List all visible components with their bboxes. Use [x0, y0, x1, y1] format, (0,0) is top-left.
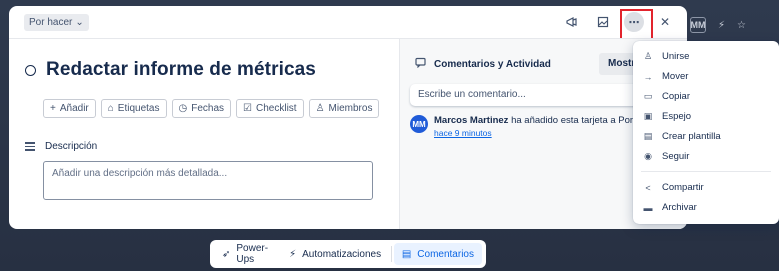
checklist-button[interactable]: ☑ Checklist — [236, 99, 304, 118]
card-title[interactable]: Redactar informe de métricas — [46, 59, 316, 81]
close-icon[interactable]: ✕ — [655, 12, 675, 32]
person-icon: ♙ — [315, 103, 325, 114]
menu-item-archive[interactable]: ▬ Archivar — [633, 198, 779, 217]
arrow-right-icon: → — [643, 71, 653, 82]
chevron-down-icon: ⌄ — [75, 16, 84, 28]
menu-item-watch[interactable]: ◉ Seguir — [633, 147, 779, 166]
template-icon: ▤ — [643, 131, 653, 141]
menu-item-mirror[interactable]: ▣ Espejo — [633, 107, 779, 126]
tag-icon: ⌂ — [107, 103, 114, 114]
header-actions: ⋯ ✕ — [562, 12, 675, 32]
share-icon: < — [645, 182, 651, 193]
mirror-icon: ▣ — [643, 111, 653, 121]
members-button[interactable]: ♙ Miembros — [308, 99, 380, 118]
plus-icon: + — [50, 103, 56, 114]
megaphone-icon[interactable] — [562, 12, 582, 32]
eye-icon: ◉ — [644, 151, 652, 161]
copy-icon: ▭ — [643, 91, 653, 101]
menu-item-join[interactable]: ♙ Unirse — [633, 47, 779, 66]
activity-heading: Comentarios y Actividad — [434, 58, 551, 70]
add-button[interactable]: + Añadir — [43, 99, 96, 118]
comment-icon — [415, 57, 426, 71]
member-badge[interactable]: MM — [690, 17, 706, 33]
description-icon — [25, 142, 35, 151]
description-header: Descripción — [25, 141, 97, 152]
automations-button[interactable]: ⚡ Automatizaciones — [281, 243, 389, 265]
avatar[interactable]: MM — [410, 115, 428, 133]
list-selector[interactable]: Por hacer ⌄ — [24, 13, 89, 31]
activity-text: Marcos Martinez ha añadido esta tarjeta … — [434, 115, 656, 140]
activity-time-link[interactable]: hace 9 minutos — [434, 128, 492, 138]
complete-checkbox[interactable] — [25, 64, 36, 76]
dates-button[interactable]: ◷ Fechas — [171, 99, 232, 118]
lightning-icon[interactable]: ⚡ — [718, 20, 725, 31]
card-main: Redactar informe de métricas + Añadir ⌂ Et… — [9, 38, 399, 229]
power-ups-button[interactable]: ➶ Power-Ups — [214, 243, 279, 265]
card-actions: + Añadir ⌂ Etiquetas ◷ Fechas ☑ Checklist ♙ M… — [43, 99, 380, 118]
menu-item-create-template[interactable]: ▤ Crear plantilla — [633, 127, 779, 146]
description-input[interactable]: Añadir una descripción más detallada... — [43, 161, 373, 200]
user-plus-icon: ♙ — [643, 51, 653, 61]
comment-icon: ▤ — [401, 248, 412, 260]
labels-button[interactable]: ⌂ Etiquetas — [100, 99, 167, 118]
more-options-menu: ♙ Unirse → Mover ▭ Copiar ▣ Espejo ▤ Crear pl… — [633, 41, 779, 224]
image-icon[interactable] — [593, 12, 613, 32]
board-header-right: MM ⚡ ☆ — [686, 10, 779, 40]
activity-author[interactable]: Marcos Martinez — [434, 115, 508, 126]
description-heading: Descripción — [45, 141, 98, 152]
rocket-icon: ➶ — [222, 248, 231, 260]
menu-item-move[interactable]: → Mover — [633, 67, 779, 86]
card-title-row: Redactar informe de métricas — [25, 59, 316, 81]
lightning-icon: ⚡ — [289, 248, 297, 260]
activity-entry: MM Marcos Martinez ha añadido esta tarje… — [410, 115, 656, 140]
bottom-toolbar: ➶ Power-Ups ⚡ Automatizaciones ▤ Comentario… — [210, 240, 486, 268]
highlight-frame — [620, 9, 653, 40]
card-header: Por hacer ⌄ ⋯ ✕ — [9, 6, 687, 38]
menu-item-share[interactable]: < Compartir — [633, 178, 779, 197]
clock-icon: ◷ — [178, 103, 188, 114]
archive-icon: ▬ — [643, 202, 653, 213]
comments-button[interactable]: ▤ Comentarios — [393, 243, 482, 265]
menu-item-copy[interactable]: ▭ Copiar — [633, 87, 779, 106]
card-detail-modal: Por hacer ⌄ ⋯ ✕ Redactar informe de métr… — [9, 6, 687, 229]
checkbox-icon: ☑ — [243, 103, 252, 114]
toolbar-divider — [391, 246, 392, 262]
activity-header: Comentarios y Actividad — [415, 57, 551, 71]
menu-divider — [641, 171, 771, 172]
list-name: Por hacer — [29, 16, 73, 28]
star-icon[interactable]: ☆ — [737, 20, 746, 31]
